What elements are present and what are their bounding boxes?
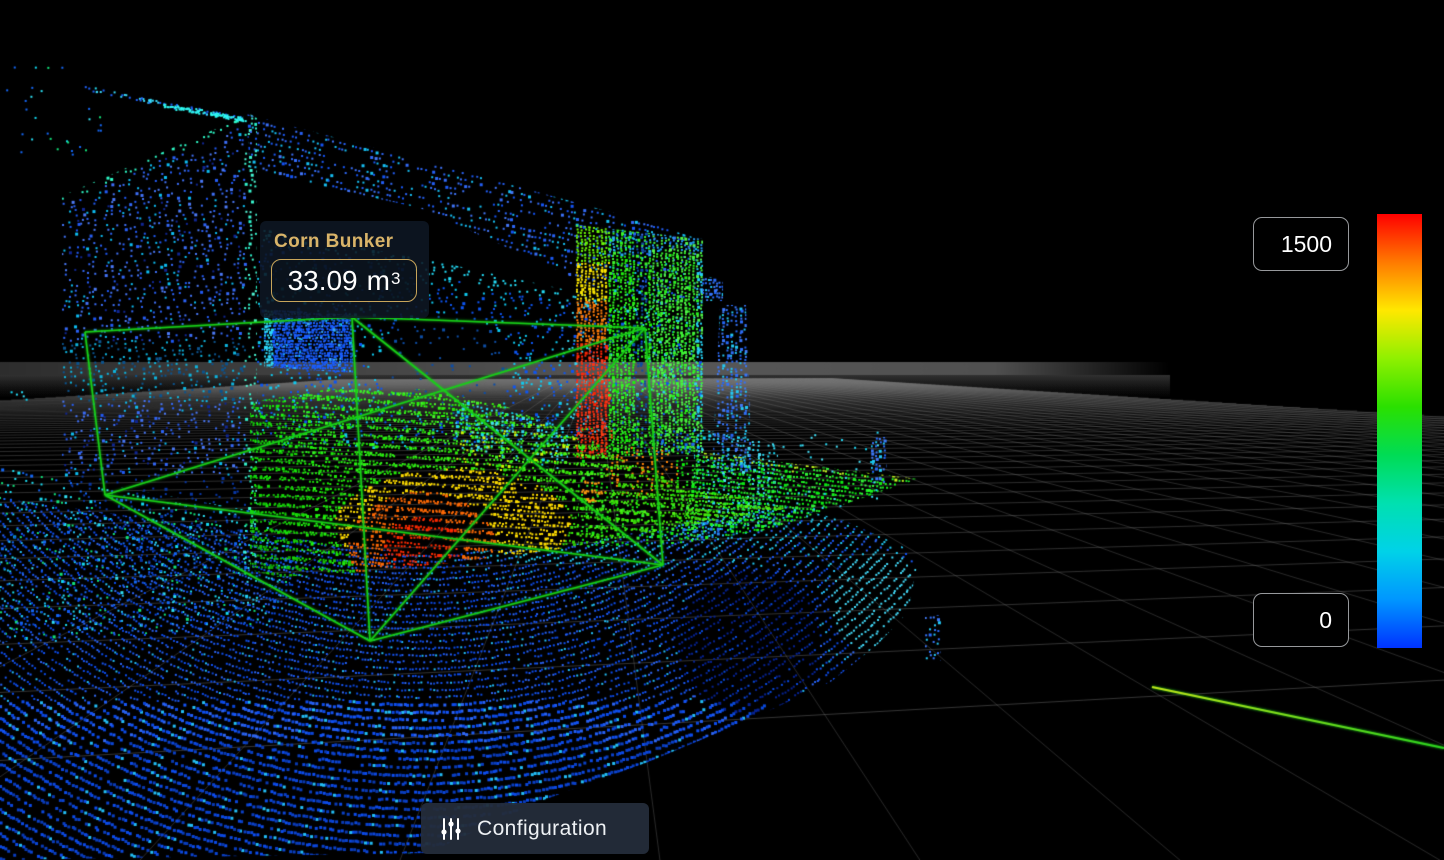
volume-unit: m <box>367 265 390 297</box>
colorbar-max-input[interactable]: 1500 <box>1253 217 1349 271</box>
volume-value: 33.09 <box>288 265 358 297</box>
sliders-icon <box>440 817 462 841</box>
volume-value-box: 33.09 m3 <box>271 259 417 302</box>
viewport: Corn Bunker 33.09 m3 1500 0 Configuratio… <box>0 0 1444 860</box>
volume-unit-exponent: 3 <box>391 269 400 289</box>
configuration-label: Configuration <box>477 817 607 841</box>
colorbar-gradient <box>1377 214 1422 648</box>
colorbar-min-input[interactable]: 0 <box>1253 593 1349 647</box>
annotation-title: Corn Bunker <box>274 231 429 253</box>
configuration-button[interactable]: Configuration <box>421 803 649 854</box>
corn-bunker-annotation: Corn Bunker 33.09 m3 <box>260 221 429 318</box>
pointcloud-canvas[interactable] <box>0 0 1444 860</box>
